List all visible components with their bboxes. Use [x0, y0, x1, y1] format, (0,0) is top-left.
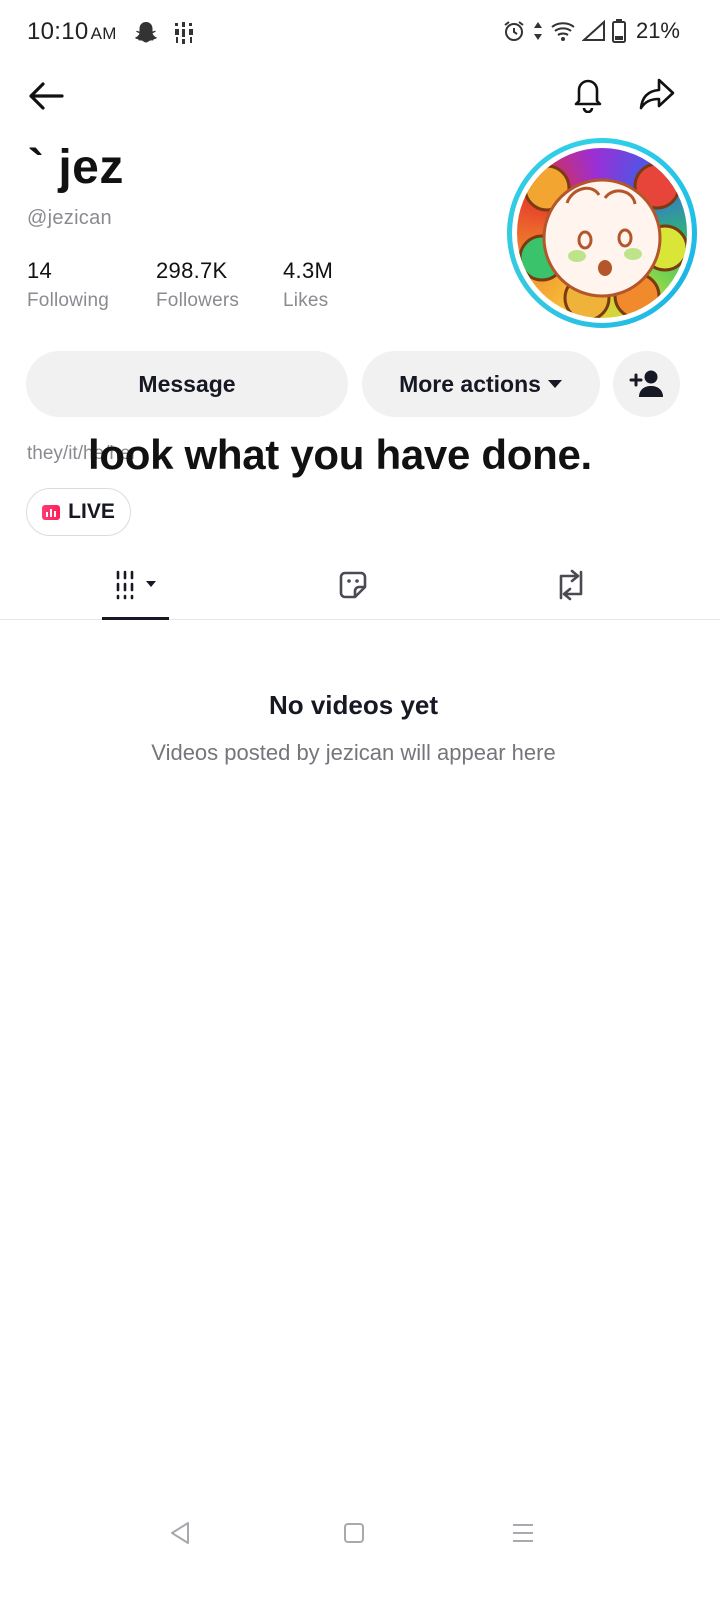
system-recents-button[interactable]: [503, 1518, 543, 1548]
followers-stat[interactable]: 298.7K Followers: [156, 258, 239, 312]
add-friend-icon: [629, 370, 663, 397]
bell-icon: [574, 79, 602, 113]
tab-videos[interactable]: [102, 550, 169, 620]
following-label: Following: [27, 290, 110, 311]
likes-count: 4.3M: [283, 258, 334, 283]
status-system-icons: 21%: [502, 18, 680, 44]
battery-percentage: 21%: [635, 18, 680, 43]
battery-icon: [611, 19, 626, 43]
username: @jezican: [27, 207, 112, 229]
active-tab-indicator: [102, 617, 169, 620]
system-home-button[interactable]: [334, 1518, 374, 1548]
add-friend-button[interactable]: [613, 351, 680, 417]
back-button[interactable]: [26, 76, 66, 116]
square-home-icon: [344, 1523, 364, 1543]
more-actions-label: More actions: [399, 370, 541, 397]
repost-icon: [559, 569, 583, 601]
message-button-label: Message: [138, 370, 236, 397]
wifi-icon: [551, 22, 575, 41]
status-time-value: 10:10: [27, 18, 89, 45]
followers-count: 298.7K: [156, 258, 228, 283]
following-stat[interactable]: 14 Following: [27, 258, 109, 312]
system-back-button[interactable]: [160, 1518, 200, 1548]
live-icon: [42, 504, 61, 520]
share-arrow-icon: [639, 78, 675, 110]
more-actions-button[interactable]: More actions: [362, 351, 600, 417]
grid-icon: [116, 570, 156, 600]
profile-tabs: [0, 550, 720, 620]
system-navigation-bar: [0, 1500, 720, 1600]
snapchat-icon: [135, 22, 157, 43]
app-notification-icon: [175, 22, 193, 44]
status-time: 10:10 AM: [27, 18, 117, 46]
data-transfer-icon: [533, 22, 542, 40]
status-time-ampm: AM: [90, 24, 117, 43]
likes-stat[interactable]: 4.3M Likes: [283, 258, 333, 312]
empty-state-title: No videos yet: [268, 690, 439, 720]
avatar-image: [517, 148, 687, 318]
bio-overlay-text: look what you have done.: [88, 431, 592, 478]
status-notification-icons: [133, 20, 197, 46]
followers-label: Followers: [156, 290, 240, 311]
tab-reposts[interactable]: [548, 550, 594, 620]
tab-stickers[interactable]: [330, 550, 376, 620]
status-bar: 10:10 AM 21%: [0, 0, 720, 66]
live-label: LIVE: [68, 500, 115, 523]
message-button[interactable]: Message: [26, 351, 348, 417]
arrow-left-icon: [29, 82, 64, 110]
sticker-icon: [339, 571, 367, 599]
notifications-button[interactable]: [568, 74, 608, 114]
triangle-back-icon: [171, 1522, 189, 1544]
live-button[interactable]: LIVE: [26, 488, 131, 536]
avatar[interactable]: [507, 138, 697, 328]
alarm-icon: [504, 21, 524, 41]
empty-state-description: Videos posted by jezican will appear her…: [151, 740, 556, 765]
following-count: 14: [27, 258, 53, 283]
menu-lines-icon: [513, 1524, 533, 1542]
share-profile-button[interactable]: [637, 74, 677, 114]
signal-icon: [581, 20, 605, 41]
avatar-character-drawing: [518, 162, 687, 318]
display-name: ` jez: [28, 141, 124, 194]
avatar-inner-ring: [512, 143, 692, 323]
likes-label: Likes: [283, 290, 329, 311]
caret-down-icon: [547, 380, 562, 388]
